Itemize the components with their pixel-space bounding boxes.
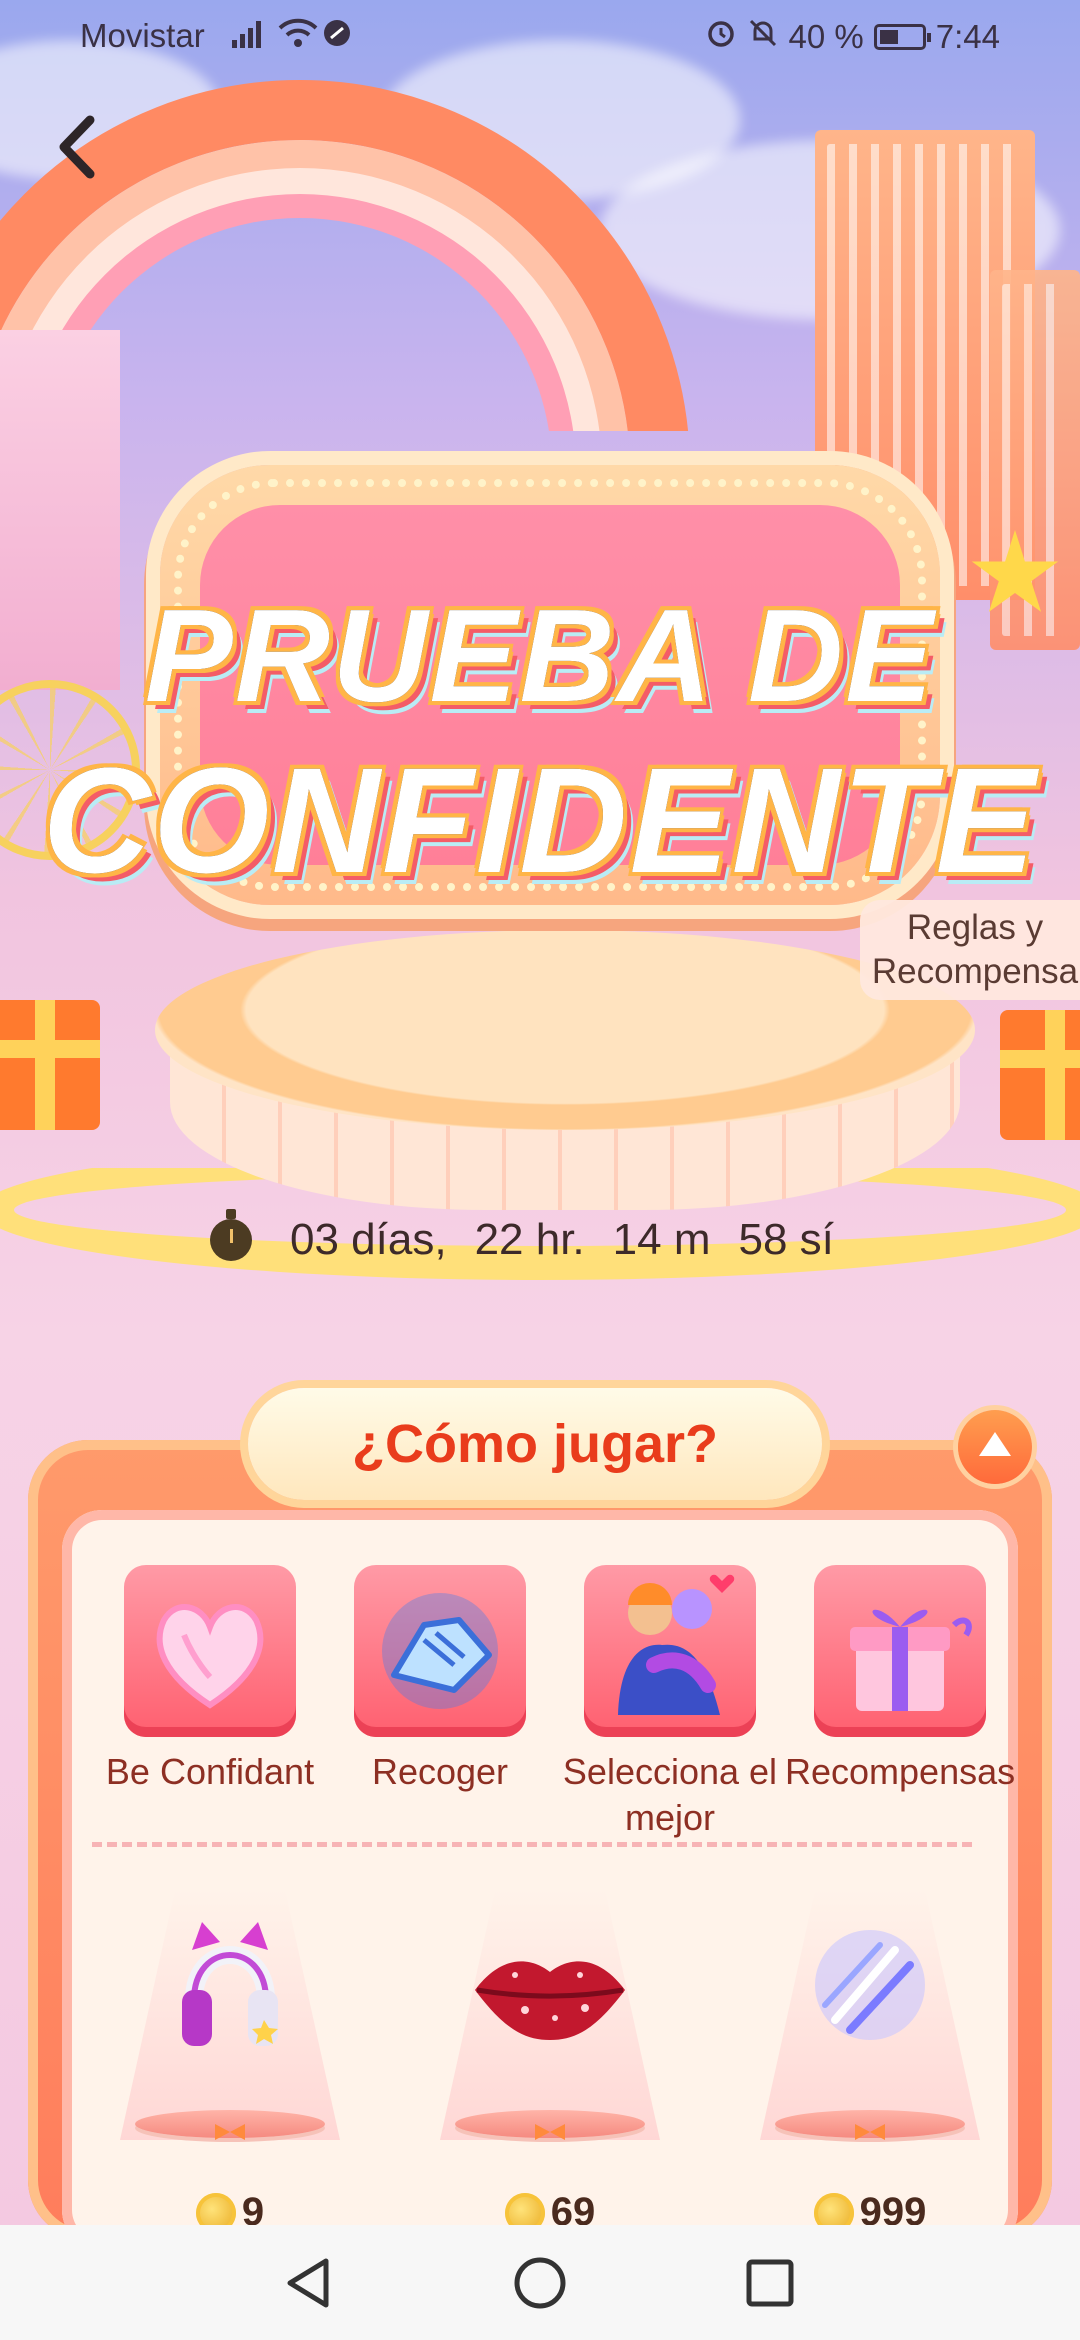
battery-icon (873, 24, 931, 50)
chevron-left-icon (59, 115, 95, 179)
stopwatch-icon (210, 1209, 252, 1261)
divider (92, 1842, 972, 1847)
triangle-back-icon (287, 2258, 329, 2308)
gift-decoration (1000, 1010, 1080, 1140)
system-navigation-bar (0, 2225, 1080, 2340)
signal-icon (232, 20, 261, 48)
step-label: Selecciona el mejor (562, 1751, 778, 1838)
mute-icon (747, 17, 779, 57)
clock: 7:44 (935, 18, 1000, 55)
square-recents-icon (746, 2259, 794, 2307)
countdown-timer: 03 días, 22 hr. 14 m 58 sí (210, 1209, 862, 1270)
step-be-confidant: Be Confidant (95, 1565, 325, 1841)
battery-percent: 40 % (788, 18, 864, 55)
how-to-play-title: ¿Cómo jugar? (248, 1388, 822, 1500)
wifi-icon (278, 16, 318, 58)
headphones-icon (180, 1920, 280, 2070)
event-title-line1: PRUEBA DE (144, 582, 936, 729)
status-bar: Movistar 40 % 7:44 (0, 0, 1080, 72)
step-recompensas: Recompensas (785, 1565, 1015, 1841)
back-button[interactable] (52, 112, 112, 182)
how-to-steps: Be Confidant Recoger Selecciona el mejor (95, 1565, 1045, 1841)
carrier-name: Movistar (80, 17, 205, 54)
rules-rewards-tab[interactable]: Reglas y Recompensa (860, 900, 1080, 1000)
countdown-minutes: 14 m (612, 1215, 711, 1264)
event-title-line2: CONFIDENTE (42, 736, 1038, 904)
step-selecciona: Selecciona el mejor (555, 1565, 785, 1841)
heart-hands-icon (124, 1565, 296, 1737)
rules-tab-label-line2: Recompensa (871, 952, 1079, 991)
data-saver-icon (322, 18, 352, 56)
step-recoger: Recoger (325, 1565, 555, 1841)
nav-recents-button[interactable] (740, 2253, 800, 2313)
circle-home-icon (514, 2257, 566, 2309)
light-streak-icon (795, 1920, 945, 2070)
stage-top (155, 930, 975, 1130)
lips-icon (465, 1920, 635, 2070)
step-label: Recompensas (785, 1751, 1016, 1792)
gift-decoration (0, 1000, 100, 1130)
step-label: Be Confidant (105, 1751, 315, 1792)
collapse-button[interactable] (958, 1410, 1032, 1484)
countdown-seconds: 58 sí (738, 1215, 834, 1264)
hugging-couple-icon (584, 1565, 756, 1737)
gift-box-icon (814, 1565, 986, 1737)
rules-tab-label-line1: Reglas y (906, 908, 1044, 947)
step-label: Recoger (371, 1751, 509, 1792)
countdown-days: 03 días, (290, 1215, 447, 1264)
nav-home-button[interactable] (510, 2253, 570, 2313)
handshake-icon (354, 1565, 526, 1737)
nav-back-button[interactable] (280, 2253, 340, 2313)
alarm-icon (705, 17, 737, 57)
countdown-hours: 22 hr. (474, 1215, 585, 1264)
